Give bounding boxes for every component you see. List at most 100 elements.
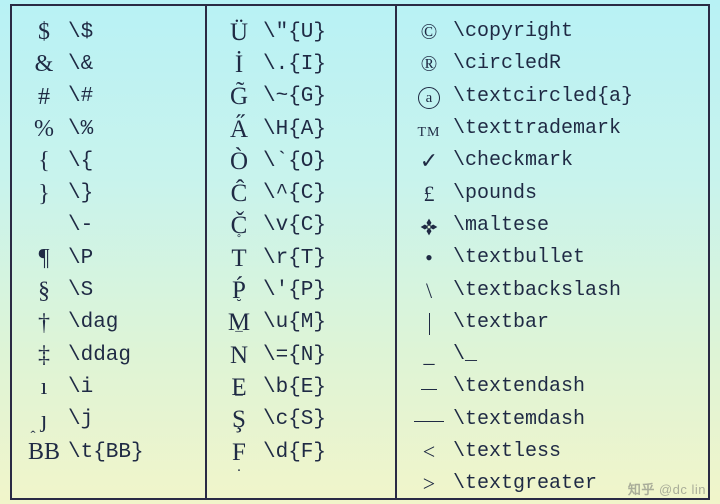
- table-row: Ò\`{O}: [215, 145, 387, 177]
- table-row: ¯N\={N}: [215, 339, 387, 371]
- symbol-glyph: <: [405, 441, 453, 463]
- latex-command: \checkmark: [453, 151, 573, 171]
- table-row: Ü\"{U}: [215, 16, 387, 48]
- symbol-glyph: İ: [215, 52, 263, 77]
- latex-command: \}: [68, 183, 93, 204]
- latex-command: \.{I}: [263, 54, 326, 75]
- table-row: \maltese: [405, 210, 700, 242]
- table-row: \\textbackslash: [405, 274, 700, 306]
- table-row: ¶\P: [20, 242, 197, 274]
- symbol-glyph: ©: [405, 21, 453, 43]
- symbol-glyph: a: [405, 84, 453, 109]
- table-row: ✓\checkmark: [405, 145, 700, 177]
- symbol-glyph: _: [405, 344, 453, 366]
- latex-command: \_: [453, 345, 477, 365]
- table-row: ȷ\j: [20, 404, 197, 436]
- symbol-glyph: TM: [405, 118, 453, 140]
- table-row: A̋\H{A}: [215, 113, 387, 145]
- table-row: &\&: [20, 48, 197, 80]
- latex-command: \S: [68, 280, 93, 301]
- symbol-glyph: [405, 311, 453, 335]
- latex-command: \~{G}: [263, 86, 326, 107]
- symbol-glyph: ¶: [20, 246, 68, 270]
- latex-command: \%: [68, 119, 93, 140]
- table-row: Ĉ\^{C}: [215, 177, 387, 209]
- table-row: ˚T\r{T}: [215, 242, 387, 274]
- latex-command: \textemdash: [453, 410, 585, 430]
- latex-command: \$: [68, 22, 93, 43]
- column-2: Ü\"{U}İ\.{I}G̃\~{G}A̋\H{A}Ò\`{O}Ĉ\^{C}Č\…: [207, 6, 397, 498]
- latex-command: \dag: [68, 312, 118, 333]
- latex-command: \textcircled{a}: [453, 87, 633, 107]
- latex-command: \circledR: [453, 54, 561, 74]
- symbol-glyph: ȷ: [20, 408, 68, 432]
- symbol-glyph: >: [405, 473, 453, 495]
- symbol-glyph: $: [20, 20, 68, 44]
- table-row: \-: [20, 210, 197, 242]
- watermark-brand: 知乎: [628, 482, 655, 497]
- symbol-glyph: Ĉ: [215, 181, 263, 206]
- latex-command: \textgreater: [453, 474, 597, 494]
- table-row: ®\circledR: [405, 48, 700, 80]
- latex-command: \i: [68, 377, 93, 398]
- table-row: İ\.{I}: [215, 48, 387, 80]
- table-row: $\$: [20, 16, 197, 48]
- latex-command: \textbackslash: [453, 281, 621, 301]
- latex-command: \copyright: [453, 22, 573, 42]
- symbol-glyph: £: [405, 183, 453, 205]
- table-row: ‡\ddag: [20, 339, 197, 371]
- table-row: G̃\~{G}: [215, 81, 387, 113]
- symbol-glyph: G̃: [215, 84, 263, 109]
- latex-command: \P: [68, 248, 93, 269]
- latex-command: \#: [68, 86, 93, 107]
- latex-command: \`{O}: [263, 151, 326, 172]
- latex-command: \={N}: [263, 345, 326, 366]
- symbol-glyph: ®: [405, 53, 453, 75]
- latex-command: \H{A}: [263, 119, 326, 140]
- latex-command: \d{F}: [263, 442, 326, 463]
- latex-command: \{: [68, 151, 93, 172]
- latex-command: \'{P}: [263, 280, 326, 301]
- watermark-author: @dc lin: [659, 482, 706, 497]
- symbol-glyph: F.: [215, 440, 263, 465]
- table-row: <\textless: [405, 436, 700, 468]
- table-row: ˆBB\t{BB}: [20, 436, 197, 468]
- table-row: •\textbullet: [405, 242, 700, 274]
- symbol-glyph: ˚T: [215, 246, 263, 271]
- symbol-glyph: ˆBB: [20, 440, 68, 464]
- latex-command: \pounds: [453, 184, 537, 204]
- latex-command: \texttrademark: [453, 119, 621, 139]
- symbol-glyph: †: [20, 311, 68, 335]
- table-row: ©\copyright: [405, 16, 700, 48]
- watermark: 知乎 @dc lin: [628, 479, 706, 498]
- latex-command: \"{U}: [263, 22, 326, 43]
- column-1: $\$&\&#\#%\%{\{}\}\-¶\P§\S†\dag‡\ddagı\i…: [12, 6, 207, 498]
- latex-command: \u{M}: [263, 312, 326, 333]
- table-row: \textemdash: [405, 404, 700, 436]
- table-row: §\S: [20, 274, 197, 306]
- symbol-glyph: &: [20, 52, 68, 76]
- latex-command: \^{C}: [263, 183, 326, 204]
- symbol-glyph: A̋: [215, 117, 263, 142]
- latex-command: \textbullet: [453, 248, 585, 268]
- latex-command: \&: [68, 54, 93, 75]
- latex-command: \ddag: [68, 345, 131, 366]
- table-row: F.\d{F}: [215, 436, 387, 468]
- symbol-glyph: #: [20, 85, 68, 109]
- table-row: #\#: [20, 81, 197, 113]
- latex-command: \r{T}: [263, 248, 326, 269]
- symbol-table: $\$&\&#\#%\%{\{}\}\-¶\P§\S†\dag‡\ddagı\i…: [10, 4, 710, 500]
- symbol-glyph: ✓: [405, 150, 453, 172]
- symbol-glyph: {: [20, 149, 68, 173]
- table-row: ı\i: [20, 371, 197, 403]
- table-row: a\textcircled{a}: [405, 81, 700, 113]
- symbol-glyph: [405, 214, 453, 237]
- latex-command: \textendash: [453, 377, 585, 397]
- table-row: _\_: [405, 339, 700, 371]
- latex-command: \textless: [453, 442, 561, 462]
- table-row: \textbar: [405, 307, 700, 339]
- symbol-glyph: Ş: [215, 407, 263, 432]
- latex-command: \j: [68, 409, 93, 430]
- symbol-glyph: [405, 376, 453, 398]
- symbol-glyph: Ò: [215, 149, 263, 174]
